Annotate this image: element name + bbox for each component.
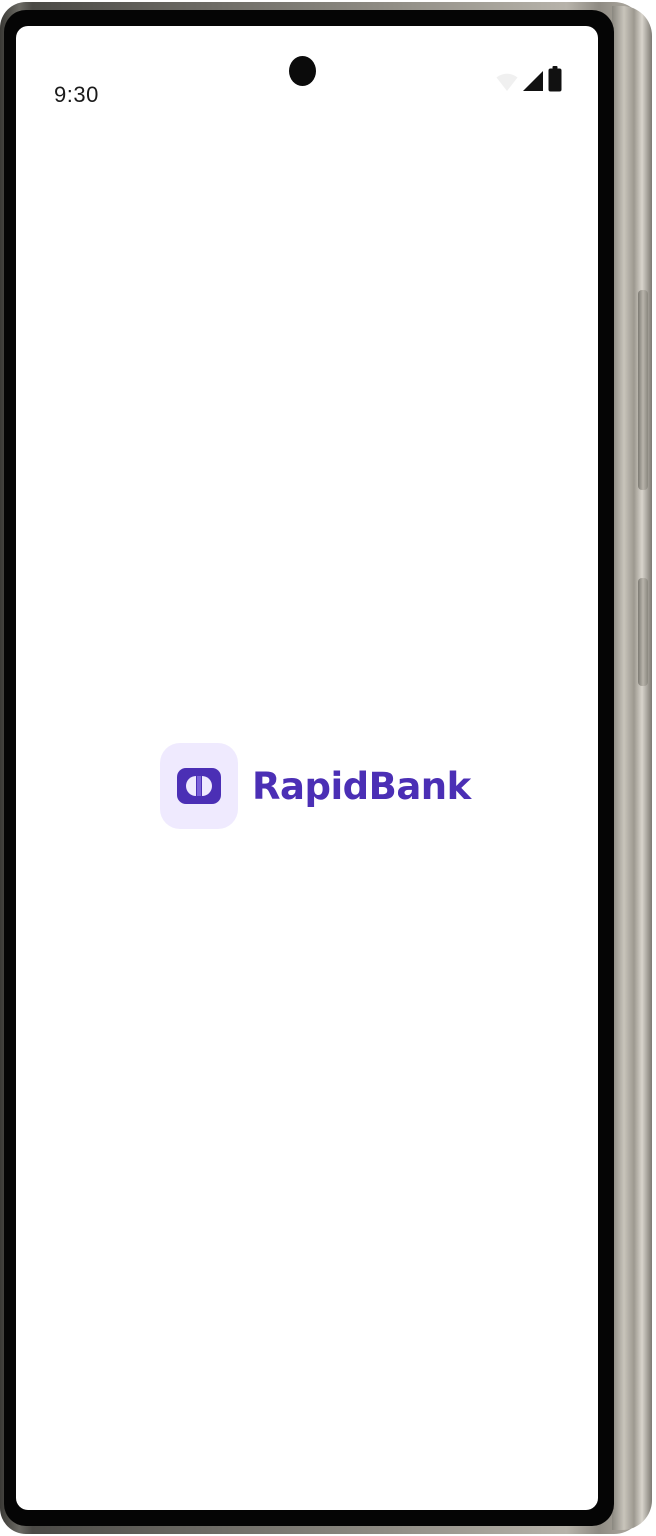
cellular-signal-icon [522,70,544,92]
brand-name: RapidBank [252,764,471,808]
status-bar: 9:30 [16,26,598,136]
wifi-icon [496,72,518,92]
splash-logo: RapidBank [160,742,471,830]
status-icons [496,66,562,92]
front-camera [289,56,316,86]
device-mockup: 9:30 RapidBank [0,0,656,1536]
app-screen: 9:30 RapidBank [16,26,598,1510]
status-time: 9:30 [54,82,99,107]
battery-icon [548,66,562,92]
power-button [638,578,648,686]
rapidbank-logo-icon [160,743,238,829]
volume-button [638,290,648,490]
phone-side-rail [612,6,652,1530]
